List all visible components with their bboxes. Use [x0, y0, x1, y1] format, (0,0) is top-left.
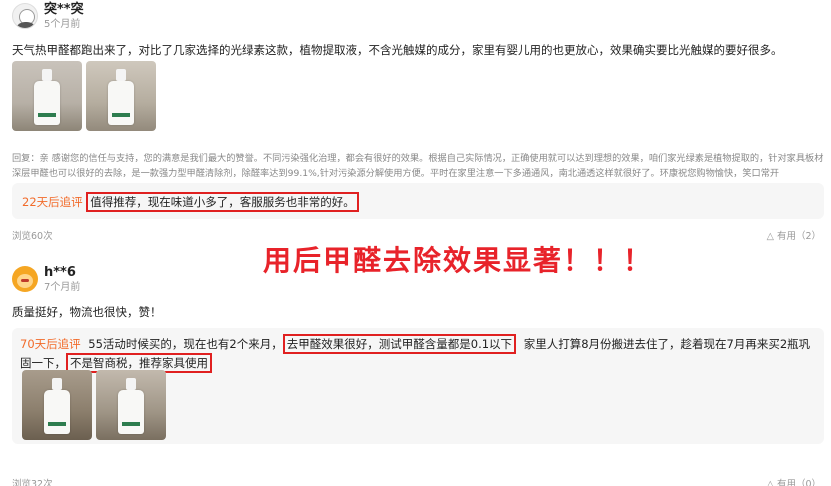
username: 突**突	[44, 2, 84, 17]
review-photo[interactable]	[12, 61, 82, 131]
avatar[interactable]	[12, 3, 38, 29]
followup-tag: 70天后追评	[20, 337, 81, 351]
followup-review: 70天后追评 55活动时候买的，现在也有2个来月， 去甲醛效果很好，测试甲醛含量都…	[12, 328, 824, 444]
avatar[interactable]	[12, 266, 38, 292]
review-photos	[22, 370, 166, 440]
review-time: 5个月前	[44, 19, 81, 30]
bottle-image	[108, 69, 134, 125]
review-photo[interactable]	[86, 61, 156, 131]
useful-button[interactable]: △ 有用（0）	[767, 476, 821, 486]
seller-reply: 回复：亲 感谢您的信任与支持，您的满意是我们最大的赞誉。不同污染强化治理，都会有…	[12, 151, 824, 181]
view-count: 浏览60次	[12, 231, 53, 242]
user-info: 突**突 5个月前	[12, 3, 84, 32]
useful-button[interactable]: △ 有用（2）	[767, 228, 821, 242]
review-content: 质量挺好，物流也很快，赞！	[12, 305, 162, 319]
followup-tag: 22天后追评	[22, 195, 83, 209]
bottle-image	[34, 69, 60, 125]
review-photo[interactable]	[22, 370, 92, 440]
seller-reply-line: 深层甲醛也可以很好的去除，是一款强力型甲醛清除剂，除醛率达到99.1%,针对污染…	[12, 168, 780, 179]
review-photos	[12, 61, 156, 131]
bottle-image	[118, 378, 144, 434]
annotation-banner: 用后甲醛去除效果显著！！！	[263, 244, 654, 277]
review-time: 7个月前	[44, 282, 81, 293]
username: h**6	[44, 265, 76, 280]
followup-text: 55活动时候买的，现在也有2个来月，	[88, 337, 283, 351]
view-count: 浏览32次	[12, 479, 53, 486]
seller-reply-line: 回复：亲 感谢您的信任与支持，您的满意是我们最大的赞誉。不同污染强化治理，都会有…	[12, 153, 824, 164]
highlighted-text: 值得推荐，现在味道小多了，客服服务也非常的好。	[86, 192, 359, 212]
bottle-image	[44, 378, 70, 434]
user-info: h**6 7个月前	[12, 266, 80, 295]
review-content: 天气热甲醛都跑出来了，对比了几家选择的光绿素这款，植物提取液，不含光触媒的成分，…	[12, 43, 783, 57]
review-photo[interactable]	[96, 370, 166, 440]
highlighted-text: 去甲醛效果很好，测试甲醛含量都是0.1以下	[282, 334, 517, 354]
followup-review: 22天后追评 值得推荐，现在味道小多了，客服服务也非常的好。	[12, 183, 824, 219]
